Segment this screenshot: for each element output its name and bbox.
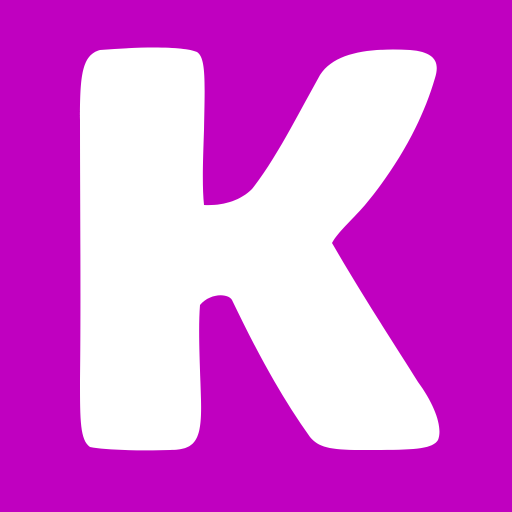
app-logo-tile	[0, 0, 512, 512]
k-logo-icon	[0, 0, 512, 512]
